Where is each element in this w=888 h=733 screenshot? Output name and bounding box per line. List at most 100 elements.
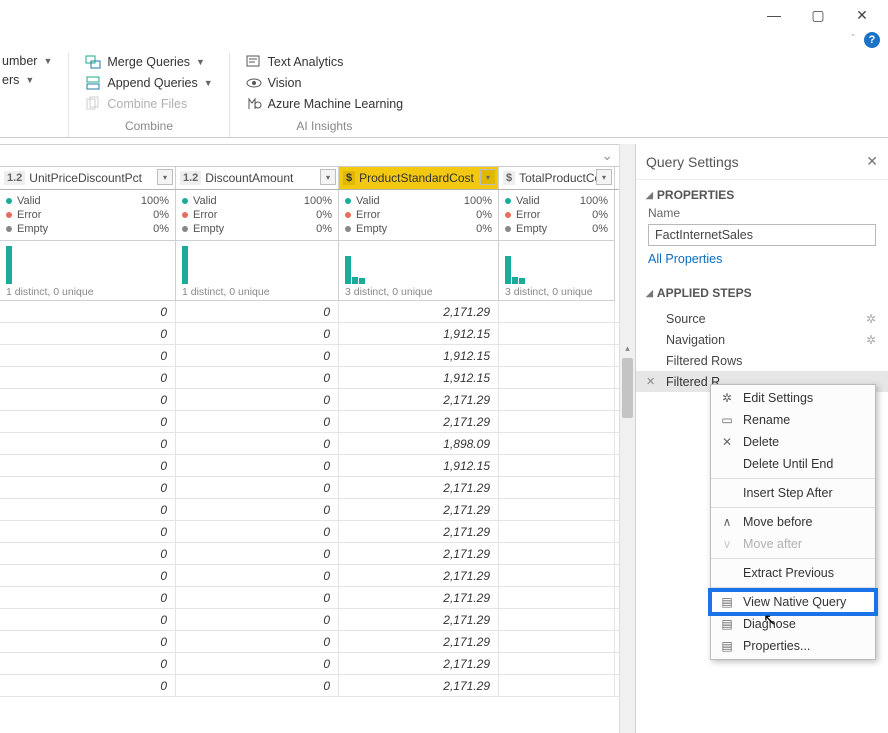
table-row[interactable]: 002,171.29 xyxy=(0,609,619,631)
table-row[interactable]: 001,912.15 xyxy=(0,367,619,389)
table-cell[interactable]: 2,171.29 xyxy=(339,609,499,630)
table-row[interactable]: 002,171.29 xyxy=(0,389,619,411)
table-cell[interactable]: 0 xyxy=(176,499,339,520)
applied-step[interactable]: Filtered Rows xyxy=(662,350,876,371)
table-cell[interactable]: 1,912.15 xyxy=(339,367,499,388)
table-cell[interactable] xyxy=(499,323,615,344)
table-cell[interactable]: 2,171.29 xyxy=(339,543,499,564)
table-cell[interactable] xyxy=(499,301,615,322)
properties-heading[interactable]: ◢ PROPERTIES xyxy=(636,180,888,206)
table-row[interactable]: 002,171.29 xyxy=(0,653,619,675)
table-cell[interactable]: 0 xyxy=(176,609,339,630)
table-row[interactable]: 002,171.29 xyxy=(0,631,619,653)
table-cell[interactable]: 0 xyxy=(0,565,176,586)
context-menu-item[interactable]: ✕Delete xyxy=(711,431,875,453)
chevron-down-icon[interactable]: ⌄ xyxy=(601,147,613,164)
table-row[interactable]: 001,912.15 xyxy=(0,323,619,345)
context-menu-item[interactable]: ▤Diagnose xyxy=(711,613,875,635)
table-cell[interactable]: 0 xyxy=(0,323,176,344)
table-row[interactable]: 001,912.15 xyxy=(0,455,619,477)
table-cell[interactable]: 0 xyxy=(0,389,176,410)
table-cell[interactable]: 0 xyxy=(176,301,339,322)
text-analytics-button[interactable]: Text Analytics xyxy=(244,53,406,71)
table-row[interactable]: 002,171.29 xyxy=(0,301,619,323)
table-cell[interactable] xyxy=(499,367,615,388)
formula-bar[interactable]: ⌄ xyxy=(0,145,619,167)
table-row[interactable]: 002,171.29 xyxy=(0,411,619,433)
table-cell[interactable]: 2,171.29 xyxy=(339,631,499,652)
context-menu-item[interactable]: Insert Step After xyxy=(711,482,875,504)
window-close-button[interactable]: ✕ xyxy=(840,1,884,29)
table-cell[interactable]: 1,898.09 xyxy=(339,433,499,454)
filter-dropdown-icon[interactable]: ▾ xyxy=(320,169,336,185)
filter-dropdown-icon[interactable]: ▾ xyxy=(157,169,173,185)
table-row[interactable]: 001,898.09 xyxy=(0,433,619,455)
table-cell[interactable]: 0 xyxy=(0,609,176,630)
table-cell[interactable]: 0 xyxy=(176,543,339,564)
merge-queries-button[interactable]: Merge Queries ▼ xyxy=(83,53,214,71)
table-cell[interactable] xyxy=(499,411,615,432)
context-menu-item[interactable]: ▤View Native Query xyxy=(711,591,875,613)
table-cell[interactable]: 2,171.29 xyxy=(339,675,499,696)
table-cell[interactable]: 0 xyxy=(176,521,339,542)
table-cell[interactable]: 0 xyxy=(0,543,176,564)
table-cell[interactable]: 0 xyxy=(0,499,176,520)
table-cell[interactable]: 0 xyxy=(176,389,339,410)
window-minimize-button[interactable]: — xyxy=(752,1,796,29)
table-cell[interactable] xyxy=(499,653,615,674)
filter-dropdown-icon[interactable]: ▾ xyxy=(480,169,496,185)
table-row[interactable]: 002,171.29 xyxy=(0,499,619,521)
close-icon[interactable]: ✕ xyxy=(866,153,878,170)
table-cell[interactable]: 1,912.15 xyxy=(339,455,499,476)
table-cell[interactable]: 2,171.29 xyxy=(339,653,499,674)
window-maximize-button[interactable]: ▢ xyxy=(796,1,840,29)
context-menu-item[interactable]: ▤Properties... xyxy=(711,635,875,657)
table-cell[interactable] xyxy=(499,345,615,366)
applied-steps-heading[interactable]: ◢ APPLIED STEPS xyxy=(636,278,888,304)
scrollbar-thumb[interactable] xyxy=(622,358,633,418)
table-cell[interactable]: 2,171.29 xyxy=(339,301,499,322)
table-cell[interactable]: 0 xyxy=(176,411,339,432)
query-name-input[interactable] xyxy=(648,224,876,246)
table-cell[interactable]: 0 xyxy=(0,477,176,498)
table-row[interactable]: 002,171.29 xyxy=(0,543,619,565)
table-cell[interactable]: 0 xyxy=(176,433,339,454)
table-cell[interactable] xyxy=(499,609,615,630)
azure-ml-button[interactable]: Azure Machine Learning xyxy=(244,95,406,113)
table-cell[interactable]: 0 xyxy=(0,345,176,366)
table-cell[interactable]: 0 xyxy=(0,301,176,322)
table-cell[interactable]: 0 xyxy=(0,631,176,652)
table-row[interactable]: 001,912.15 xyxy=(0,345,619,367)
table-cell[interactable]: 0 xyxy=(176,477,339,498)
vision-button[interactable]: Vision xyxy=(244,74,406,92)
table-cell[interactable]: 2,171.29 xyxy=(339,587,499,608)
vertical-scrollbar[interactable]: ▴ xyxy=(619,144,635,733)
table-cell[interactable]: 0 xyxy=(176,345,339,366)
table-row[interactable]: 002,171.29 xyxy=(0,675,619,697)
table-cell[interactable]: 0 xyxy=(176,323,339,344)
table-cell[interactable] xyxy=(499,499,615,520)
gear-icon[interactable]: ✲ xyxy=(866,312,876,326)
help-icon[interactable]: ? xyxy=(864,32,880,48)
table-cell[interactable]: 0 xyxy=(176,587,339,608)
applied-step[interactable]: Source✲ xyxy=(662,308,876,329)
column-header[interactable]: $TotalProductCost▾ xyxy=(499,167,615,189)
applied-step[interactable]: Navigation✲ xyxy=(662,329,876,350)
table-cell[interactable]: 2,171.29 xyxy=(339,521,499,542)
table-cell[interactable]: 0 xyxy=(176,367,339,388)
table-row[interactable]: 002,171.29 xyxy=(0,587,619,609)
scroll-up-icon[interactable]: ▴ xyxy=(620,340,635,356)
table-cell[interactable] xyxy=(499,477,615,498)
table-cell[interactable]: 0 xyxy=(176,455,339,476)
column-header[interactable]: 1.2UnitPriceDiscountPct▾ xyxy=(0,167,176,189)
table-cell[interactable]: 0 xyxy=(176,631,339,652)
table-cell[interactable]: 0 xyxy=(0,587,176,608)
table-cell[interactable]: 1,912.15 xyxy=(339,323,499,344)
table-cell[interactable]: 0 xyxy=(0,675,176,696)
table-row[interactable]: 002,171.29 xyxy=(0,521,619,543)
table-cell[interactable] xyxy=(499,631,615,652)
collapse-ribbon-icon[interactable]: ＾ xyxy=(848,32,858,47)
filter-dropdown-icon[interactable]: ▾ xyxy=(596,169,612,185)
table-cell[interactable]: 0 xyxy=(176,675,339,696)
table-row[interactable]: 002,171.29 xyxy=(0,565,619,587)
